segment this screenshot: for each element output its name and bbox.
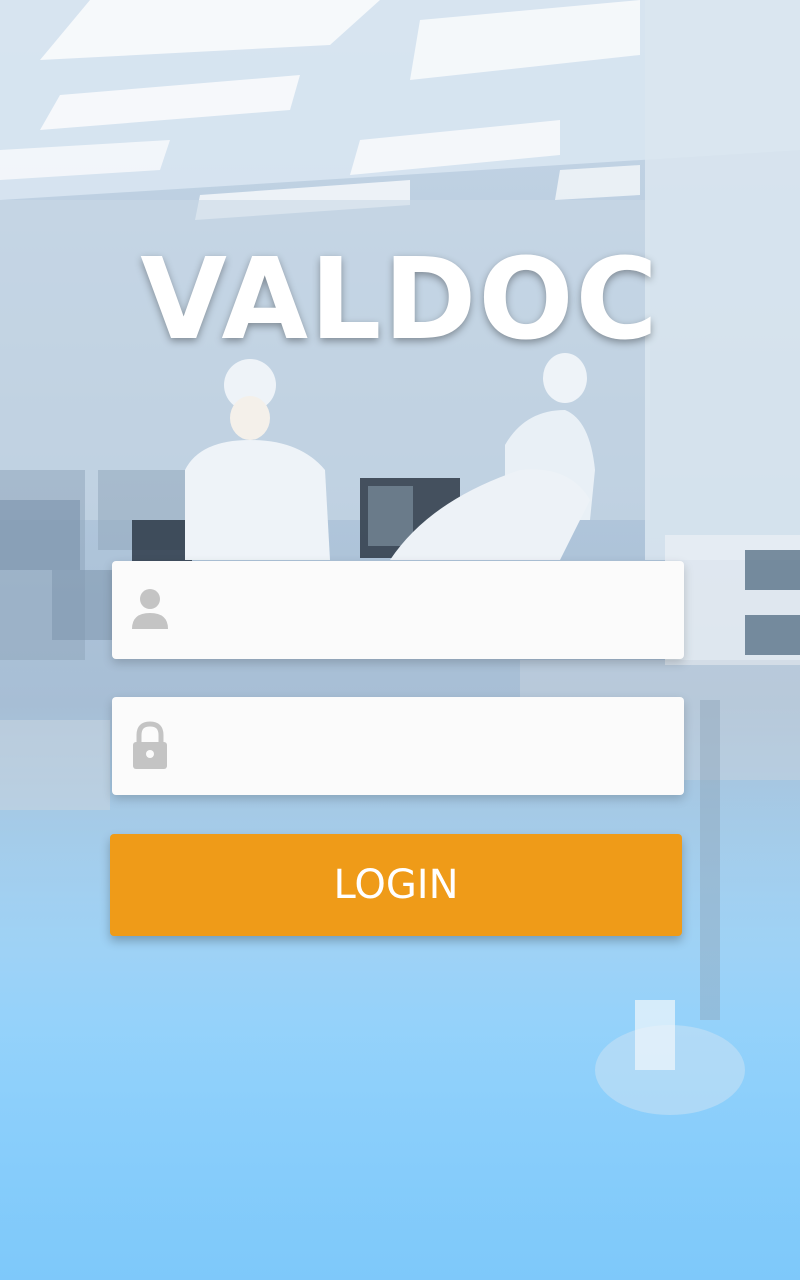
- user-icon: [132, 589, 168, 629]
- username-field[interactable]: [112, 561, 684, 661]
- login-button[interactable]: LOGIN: [110, 834, 682, 936]
- lock-icon: [133, 721, 167, 769]
- app-title: VALDOC: [140, 235, 660, 365]
- username-input[interactable]: [192, 561, 666, 661]
- password-input[interactable]: [192, 697, 666, 797]
- password-field[interactable]: [112, 697, 684, 797]
